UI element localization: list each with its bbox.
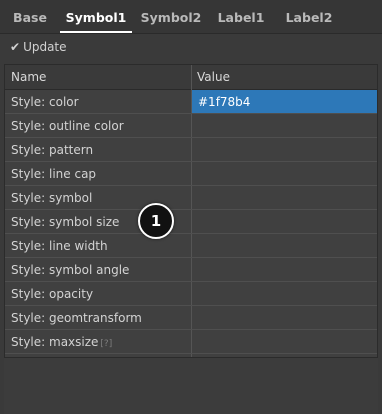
property-name: Style: outline color xyxy=(11,119,124,133)
property-value[interactable] xyxy=(192,138,377,161)
property-value[interactable] xyxy=(192,282,377,305)
grid-rows: Style: color #1f78b4 Style: outline colo… xyxy=(5,90,377,354)
property-value[interactable]: #1f78b4 xyxy=(192,90,377,113)
property-name: Style: maxsize [?] xyxy=(11,330,112,353)
annotation-badge: 1 xyxy=(138,203,174,239)
table-row[interactable]: Style: maxsize [?] xyxy=(5,330,377,354)
table-row[interactable]: Style: opacity xyxy=(5,282,377,306)
column-header-value[interactable]: Value xyxy=(197,65,230,89)
tab-label2[interactable]: Label2 xyxy=(278,0,340,33)
empty-panel-area xyxy=(4,358,378,414)
property-name: Style: symbol angle xyxy=(11,263,130,277)
tab-base[interactable]: Base xyxy=(4,0,56,33)
help-link[interactable]: [?] xyxy=(100,339,112,349)
table-row[interactable]: Style: symbol size xyxy=(5,210,377,234)
column-header-name[interactable]: Name xyxy=(11,65,46,89)
property-value[interactable] xyxy=(192,330,377,353)
property-value[interactable] xyxy=(192,234,377,257)
table-row[interactable]: Style: line width xyxy=(5,234,377,258)
property-name: Style: symbol size xyxy=(11,215,120,229)
table-row[interactable]: Style: symbol xyxy=(5,186,377,210)
property-name: Style: pattern xyxy=(11,143,94,157)
property-grid: Name Value Style: color #1f78b4 Style: o… xyxy=(4,64,378,358)
toolbar: ✔ Update xyxy=(0,34,382,61)
property-name: Style: line width xyxy=(11,239,108,253)
property-name: Style: opacity xyxy=(11,287,94,301)
table-row[interactable]: Style: symbol angle xyxy=(5,258,377,282)
table-row[interactable]: Style: color #1f78b4 xyxy=(5,90,377,114)
property-value[interactable] xyxy=(192,210,377,233)
table-row[interactable]: Style: outline color xyxy=(5,114,377,138)
tab-symbol1[interactable]: Symbol1 xyxy=(60,0,132,33)
table-row[interactable]: Style: geomtransform xyxy=(5,306,377,330)
property-value[interactable] xyxy=(192,162,377,185)
table-row[interactable]: Style: pattern xyxy=(5,138,377,162)
update-label: Update xyxy=(23,40,67,54)
tab-symbol2[interactable]: Symbol2 xyxy=(138,0,204,33)
property-value[interactable] xyxy=(192,114,377,137)
property-value[interactable] xyxy=(192,186,377,209)
tab-bar: Base Symbol1 Symbol2 Label1 Label2 xyxy=(0,0,382,34)
property-name: Style: symbol xyxy=(11,191,93,205)
tab-label1[interactable]: Label1 xyxy=(210,0,272,33)
property-value[interactable] xyxy=(192,306,377,329)
update-button[interactable]: ✔ Update xyxy=(10,39,67,56)
property-name: Style: geomtransform xyxy=(11,311,142,325)
check-icon: ✔ xyxy=(10,40,21,54)
table-row[interactable]: Style: line cap xyxy=(5,162,377,186)
property-name: Style: line cap xyxy=(11,167,97,181)
property-value[interactable] xyxy=(192,258,377,281)
property-name: Style: color xyxy=(11,95,79,109)
property-name-text: Style: maxsize xyxy=(11,335,99,349)
